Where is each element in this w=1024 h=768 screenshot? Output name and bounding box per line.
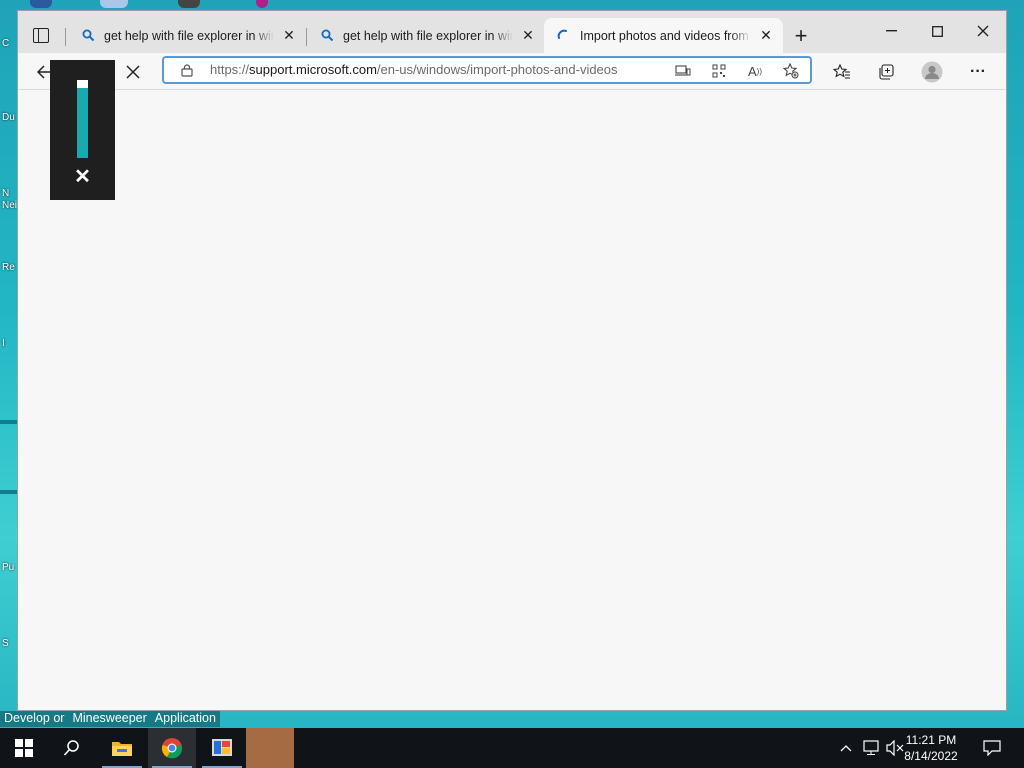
control-panel-taskbar-icon[interactable] [198, 728, 246, 768]
desktop-shortcut-application[interactable]: Application [151, 711, 220, 727]
volume-level-fill [77, 87, 88, 158]
tab-separator [65, 28, 66, 46]
search-icon [319, 28, 335, 44]
loading-spinner-icon [556, 28, 572, 44]
tab-title: Import photos and videos from a phone [580, 28, 751, 43]
lock-icon[interactable] [181, 64, 193, 77]
profile-avatar[interactable] [917, 57, 947, 87]
desktop-side-label: I [2, 338, 5, 349]
maximize-button[interactable] [914, 11, 960, 51]
search-button[interactable] [48, 728, 96, 768]
tab-strip: get help with file explorer in windows ✕… [18, 11, 1006, 53]
tab-title: get help with file explorer in windows [343, 28, 513, 43]
favorites-button[interactable] [827, 57, 857, 87]
clock[interactable]: 11:21 PM 8/14/2022 [896, 732, 966, 764]
notifications-icon[interactable] [980, 728, 1004, 768]
desktop-shortcut-labels: Develop or Minesweeper Application [0, 711, 220, 727]
desktop-side-label: S [2, 638, 9, 649]
desktop-strip [0, 490, 18, 494]
desktop-icon[interactable] [30, 0, 52, 8]
read-aloud-icon[interactable]: A)) [744, 61, 766, 81]
desktop-icon[interactable] [256, 0, 268, 8]
url-domain: support.microsoft.com [249, 62, 377, 77]
tab-actions-icon [33, 27, 49, 43]
close-tab-icon[interactable]: ✕ [757, 27, 775, 45]
url-scheme: https:// [210, 62, 250, 77]
tab-2[interactable]: get help with file explorer in windows ✕ [307, 18, 545, 53]
stop-loading-button[interactable] [118, 57, 148, 87]
file-explorer-taskbar-icon[interactable] [98, 728, 146, 768]
edge-taskbar-icon[interactable] [246, 728, 294, 768]
desktop-side-label: Pu [2, 562, 15, 573]
show-hidden-icons-button[interactable] [836, 728, 856, 768]
browser-toolbar: https://support.microsoft.com/en-us/wind… [18, 53, 1006, 90]
mute-icon[interactable]: ✕ [50, 164, 115, 189]
chrome-taskbar-icon[interactable] [148, 728, 196, 768]
clock-time: 11:21 PM [905, 733, 957, 747]
tab-actions-button[interactable] [24, 20, 58, 50]
desktop-side-label: C [2, 38, 10, 49]
tab-title: get help with file explorer in windows [104, 28, 274, 43]
desktop-side-label: Du [2, 112, 15, 123]
minimize-button[interactable] [868, 11, 914, 51]
more-options-button[interactable]: ··· [963, 57, 993, 87]
browser-window: get help with file explorer in windows ✕… [18, 11, 1006, 710]
page-viewport [18, 90, 1006, 710]
search-icon [80, 28, 96, 44]
desktop-icon[interactable] [178, 0, 200, 8]
collections-button[interactable] [871, 57, 901, 87]
desktop-shortcut-minesweeper[interactable]: Minesweeper [68, 711, 150, 727]
volume-slider[interactable] [77, 80, 88, 158]
desktop-side-label: Re [2, 262, 15, 273]
close-window-button[interactable] [960, 11, 1006, 51]
tab-3[interactable]: Import photos and videos from a phone ✕ [544, 18, 783, 53]
new-tab-button[interactable]: + [788, 23, 814, 49]
desktop-side-label: Nei [2, 200, 18, 211]
tab-1[interactable]: get help with file explorer in windows ✕ [68, 18, 306, 53]
url-path: /en-us/windows/import-photos-and-videos [376, 62, 618, 77]
close-tab-icon[interactable]: ✕ [519, 27, 537, 45]
desktop-icon[interactable] [100, 0, 128, 8]
desktop-side-label: N [2, 188, 10, 199]
address-bar[interactable]: https://support.microsoft.com/en-us/wind… [162, 56, 812, 84]
volume-overlay: ✕ [50, 60, 115, 200]
window-controls [868, 11, 1006, 51]
close-tab-icon[interactable]: ✕ [280, 27, 298, 45]
app-available-icon[interactable] [672, 61, 694, 81]
url-text: https://support.microsoft.com/en-us/wind… [210, 62, 618, 77]
taskbar: 11:21 PM 8/14/2022 [0, 728, 1024, 768]
desktop-shortcut-develop[interactable]: Develop or [0, 711, 68, 727]
add-favorite-icon[interactable] [780, 61, 802, 81]
qr-code-icon[interactable] [708, 61, 730, 81]
network-icon[interactable] [860, 728, 882, 768]
clock-date: 8/14/2022 [904, 749, 958, 763]
start-button[interactable] [0, 728, 48, 768]
desktop-strip [0, 420, 18, 424]
